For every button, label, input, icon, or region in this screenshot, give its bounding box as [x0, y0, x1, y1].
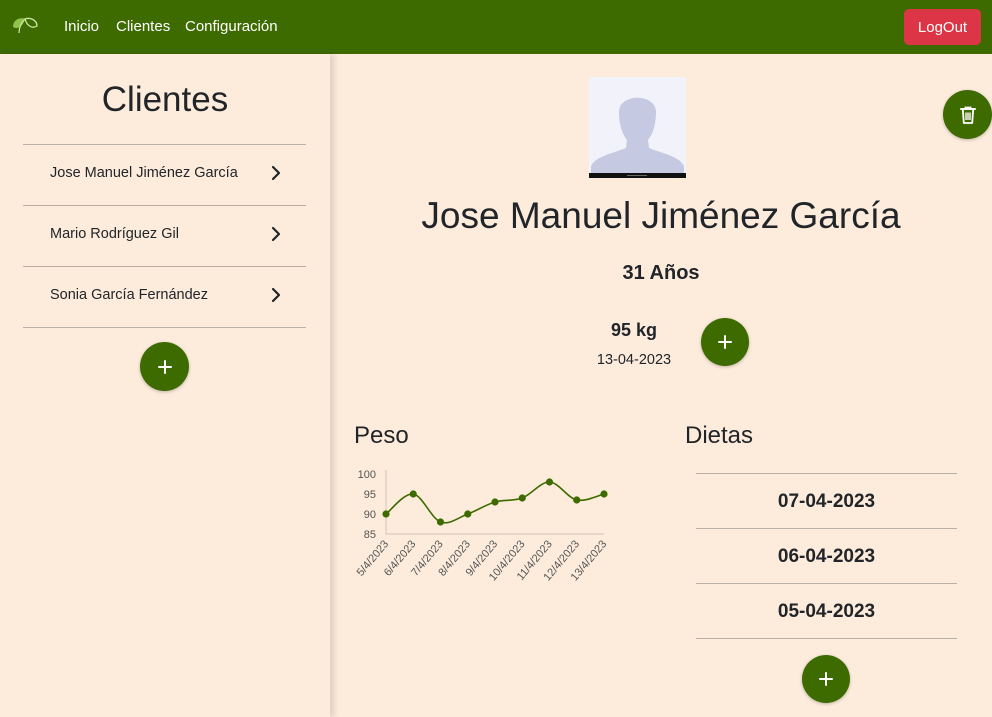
weight-data-point [382, 510, 390, 518]
y-tick-label: 95 [364, 489, 376, 501]
add-client-button[interactable] [140, 342, 189, 391]
diet-item[interactable]: 06-04-2023 [696, 529, 957, 584]
weight-data-point [464, 510, 472, 518]
client-name: Sonia García Fernández [50, 287, 208, 303]
top-navbar: Inicio Clientes Configuración LogOut [0, 0, 992, 54]
y-tick-label: 90 [364, 509, 376, 521]
client-name: Mario Rodríguez Gil [50, 226, 179, 242]
logout-button[interactable]: LogOut [904, 9, 981, 45]
chevron-right-icon [271, 165, 281, 181]
weight-date: 13-04-2023 [596, 352, 672, 368]
diet-item[interactable]: 07-04-2023 [696, 474, 957, 529]
client-item[interactable]: Sonia García Fernández [23, 267, 306, 328]
client-name: Jose Manuel Jiménez García [50, 165, 238, 181]
weight-data-point [600, 490, 608, 498]
plus-icon [718, 335, 732, 349]
weight-data-point [491, 498, 499, 506]
weight-data-point [545, 478, 554, 486]
y-tick-label: 85 [364, 529, 376, 541]
clients-sidebar: Clientes Jose Manuel Jiménez García Mari… [0, 54, 330, 717]
current-weight: 95 kg [610, 320, 658, 340]
weight-line-chart: 8590951005/4/20236/4/20237/4/20238/4/202… [355, 469, 610, 583]
plus-icon [819, 672, 833, 686]
sidebar-title: Clientes [101, 80, 229, 119]
diets-section-title: Dietas [685, 422, 754, 449]
add-diet-button[interactable] [802, 655, 850, 703]
nav-link-inicio[interactable]: Inicio [64, 18, 99, 35]
client-item[interactable]: Mario Rodríguez Gil [23, 206, 306, 267]
add-weight-button[interactable] [701, 318, 749, 366]
client-name-title: Jose Manuel Jiménez García [421, 195, 901, 236]
weight-data-point [436, 518, 445, 526]
delete-client-button[interactable] [943, 90, 992, 139]
trash-icon [959, 106, 976, 124]
chevron-right-icon [271, 287, 281, 303]
client-age: 31 Años [622, 262, 700, 284]
weight-data-point [409, 490, 417, 498]
weight-data-point [518, 494, 526, 502]
nav-link-clientes[interactable]: Clientes [116, 18, 170, 35]
client-avatar [589, 77, 686, 178]
y-tick-label: 100 [358, 469, 376, 481]
client-item[interactable]: Jose Manuel Jiménez García [23, 145, 306, 206]
diet-item[interactable]: 05-04-2023 [696, 584, 957, 639]
person-silhouette-icon [589, 77, 686, 178]
diet-list: 07-04-2023 06-04-2023 05-04-2023 [696, 473, 957, 639]
weight-data-point [573, 496, 581, 504]
chevron-right-icon [271, 226, 281, 242]
leaf-logo-icon[interactable] [10, 14, 40, 38]
weight-section-title: Peso [354, 422, 409, 449]
nav-link-configuracion[interactable]: Configuración [185, 18, 278, 35]
client-list: Jose Manuel Jiménez García Mario Rodrígu… [23, 144, 306, 328]
plus-icon [157, 359, 172, 374]
